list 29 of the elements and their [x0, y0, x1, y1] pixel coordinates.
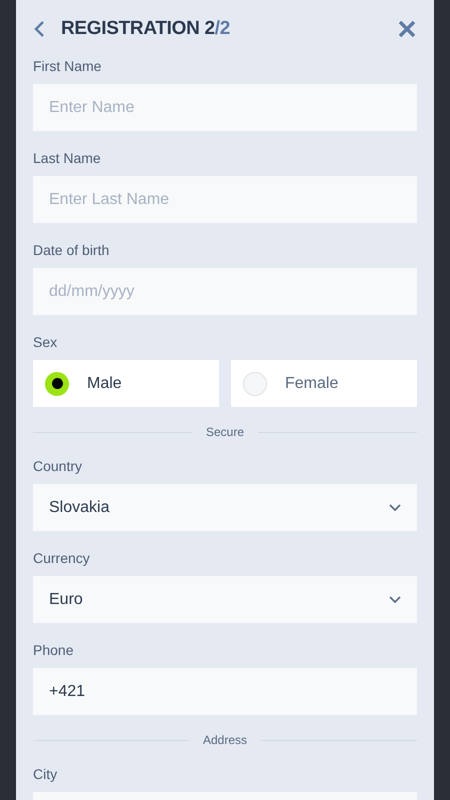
select-field[interactable]: Euro: [33, 576, 417, 623]
radio-option[interactable]: Male: [33, 360, 219, 407]
chevron-down-icon: [389, 596, 401, 604]
field-label: First Name: [33, 57, 102, 75]
close-button[interactable]: [397, 18, 417, 38]
select-value: Slovakia: [49, 498, 110, 516]
dialog-title: REGISTRATION 2/2: [61, 18, 232, 40]
close-icon: [397, 18, 417, 38]
field-label: Phone: [33, 641, 74, 659]
select-field[interactable]: Slovakia: [33, 484, 417, 531]
input-field[interactable]: dd/mm/yyyy: [33, 268, 417, 315]
input-field[interactable]: +421: [33, 668, 417, 715]
section-divider-label: Secure: [206, 424, 244, 441]
field-label: Currency: [33, 549, 91, 567]
back-icon: [33, 20, 45, 38]
input-field[interactable]: Enter Last Name: [33, 176, 417, 223]
field-label: City: [33, 765, 58, 783]
field-label: Date of birth: [33, 241, 110, 259]
radio-label: Female: [285, 374, 338, 392]
field-label: Country: [33, 457, 84, 475]
input-field[interactable]: Enter Name: [33, 84, 417, 131]
radio-label: Male: [87, 374, 122, 392]
field-label: Last Name: [33, 149, 102, 167]
field-label: Sex: [33, 333, 58, 351]
select-value: Euro: [49, 590, 83, 608]
back-button[interactable]: [33, 20, 45, 38]
radio-option[interactable]: Female: [231, 360, 417, 407]
section-divider-label: Address: [202, 732, 248, 749]
chevron-down-icon: [389, 504, 401, 512]
